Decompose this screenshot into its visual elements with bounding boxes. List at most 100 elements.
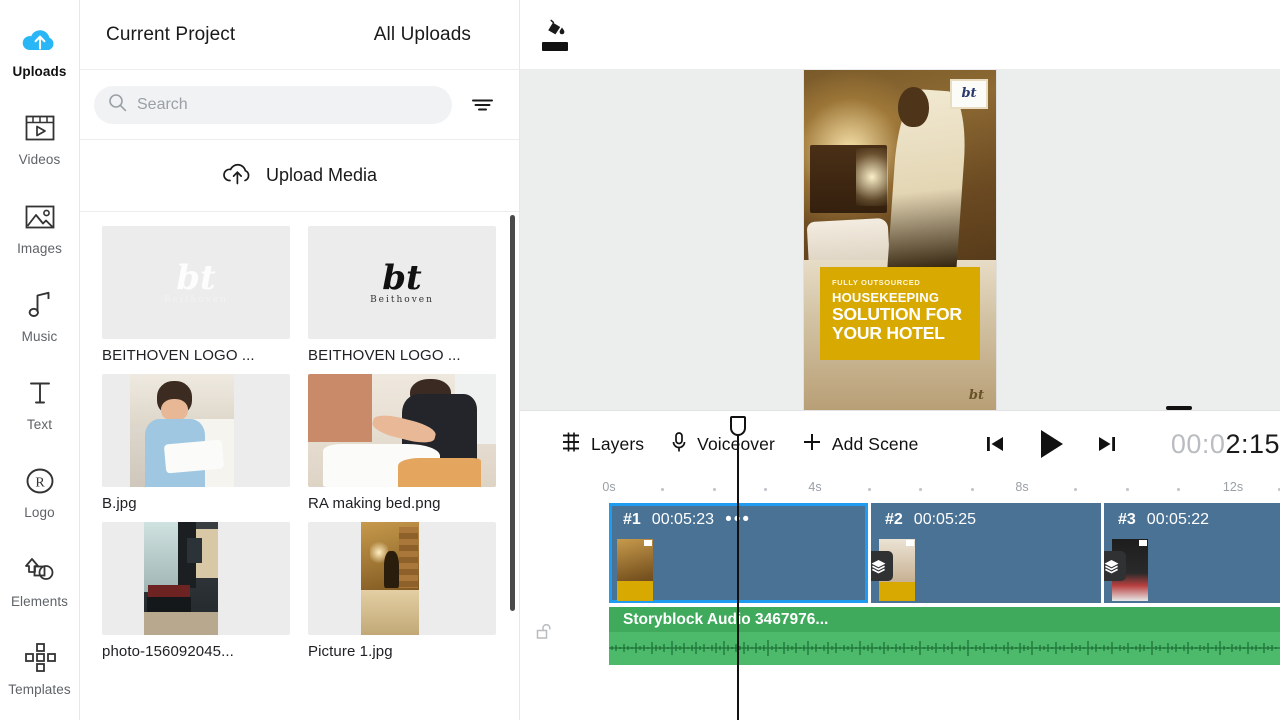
preview-canvas[interactable]: bt FULLY OUTSOURCED HOUSEKEEPING SOLUTIO… [804,70,996,410]
sidebar-item-elements[interactable]: Elements [0,544,79,632]
clip-thumbnail [617,539,653,601]
ruler-label: 8s [1015,480,1029,494]
play-icon[interactable] [1033,426,1069,462]
media-thumbnail: bt Beithoven [102,226,290,339]
filter-icon[interactable] [470,95,495,115]
clip-menu-icon[interactable]: ••• [725,510,751,530]
logo-mark-light: bt [176,257,216,298]
clip-number: #3 [1118,511,1136,528]
media-item[interactable]: Picture 1.jpg [308,522,497,660]
ruler-label: 12s [1222,480,1244,494]
skip-previous-icon[interactable] [983,432,1007,456]
panel-tab-bar: Current Project All Uploads [80,0,519,70]
add-scene-button[interactable]: Add Scene [801,431,919,458]
sidebar-item-videos[interactable]: Videos [0,102,79,190]
video-clip-icon [24,108,56,148]
microphone-icon [670,431,688,458]
sidebar-item-images[interactable]: Images [0,191,79,279]
cloud-upload-outline-icon [222,161,252,191]
media-filename: BEITHOVEN LOGO ... [308,347,461,364]
media-thumbnail: bt Beithoven [308,226,496,339]
ruler-label: 4s [808,480,822,494]
audio-clip[interactable]: Storyblock Audio 3467976... [609,607,1280,665]
video-preview[interactable]: bt FULLY OUTSOURCED HOUSEKEEPING SOLUTIO… [520,70,1280,410]
logo-sub-light: Beithoven [164,294,228,305]
media-item[interactable]: bt Beithoven BEITHOVEN LOGO ... [102,226,291,364]
timecode-active-part: 2:15 [1225,428,1280,459]
logo-sub-dark: Beithoven [370,294,434,305]
media-filename: photo-156092045... [102,643,234,660]
media-item[interactable]: RA making bed.png [308,374,497,512]
media-filename: BEITHOVEN LOGO ... [102,347,255,364]
media-list: bt Beithoven BEITHOVEN LOGO ... bt Beith… [80,212,519,720]
media-thumbnail [102,374,290,487]
canvas-headline-line3: YOUR HOTEL [832,323,945,344]
media-filename: Picture 1.jpg [308,643,393,660]
media-item[interactable]: B.jpg [102,374,291,512]
paint-bucket-icon[interactable] [542,19,568,51]
timeline-tracks: #1 00:05:23 ••• #2 00:05:25 #3 00:05:22 … [520,503,1280,667]
ruler-label: 0s [602,480,616,494]
timeline: Layers Voiceover Add Scene 00:02:15 0s 4… [520,406,1280,720]
media-filename: RA making bed.png [308,495,441,512]
upload-media-button[interactable]: Upload Media [80,140,519,212]
media-item[interactable]: bt Beithoven BEITHOVEN LOGO ... [308,226,497,364]
timecode-display[interactable]: 00:02:15 [1171,429,1280,460]
uploads-panel: Current Project All Uploads Search Uploa… [80,0,520,720]
canvas-headline-line2: SOLUTION FOR [832,304,962,325]
canvas-watermark: bt [968,387,984,403]
stage-toolbar [520,0,1280,70]
tab-all-uploads[interactable]: All Uploads [374,24,471,46]
clip-duration: 00:05:25 [913,511,977,528]
skip-next-icon[interactable] [1095,432,1119,456]
timeline-clip[interactable]: #3 00:05:22 [1104,503,1280,603]
clip-number: #1 [623,511,641,528]
sidebar-item-uploads[interactable]: Uploads [0,14,79,102]
fill-color-swatch[interactable] [542,41,568,51]
transport-controls: 00:02:15 [983,426,1280,462]
layers-label: Layers [591,433,645,454]
tab-current-project[interactable]: Current Project [106,24,235,46]
canvas-text-block[interactable]: FULLY OUTSOURCED HOUSEKEEPING SOLUTION F… [820,266,980,360]
layers-button[interactable]: Layers [560,431,644,458]
cloud-upload-icon [21,20,59,60]
video-track: #1 00:05:23 ••• #2 00:05:25 #3 00:05:22 [520,503,1280,603]
timeline-clip[interactable]: #1 00:05:23 ••• [609,503,868,603]
audio-clip-title: Storyblock Audio 3467976... [609,607,1280,632]
sidebar-item-label: Logo [24,505,55,521]
registered-r-icon: R [24,461,56,501]
search-input[interactable] [137,95,438,114]
image-icon [24,197,56,237]
canvas-headline-line1: HOUSEKEEPING [832,289,940,305]
add-scene-label: Add Scene [831,433,919,454]
timeline-clip[interactable]: #2 00:05:25 [871,503,1101,603]
left-tool-rail: Uploads Videos Images Music Text R Logo … [0,0,80,720]
layers-badge-icon[interactable] [871,551,893,581]
unlock-icon[interactable] [536,623,553,646]
search-icon [108,93,127,117]
text-t-icon [26,373,54,413]
layers-badge-icon[interactable] [1104,551,1126,581]
sidebar-item-label: Elements [10,593,69,609]
shapes-icon [23,550,57,590]
music-note-icon [26,285,54,325]
sidebar-item-logo[interactable]: R Logo [0,455,79,543]
sidebar-item-label: Videos [18,152,61,168]
media-grid: bt Beithoven BEITHOVEN LOGO ... bt Beith… [102,226,497,660]
clip-duration: 00:05:23 [651,511,715,528]
timeline-resize-handle[interactable] [1166,406,1192,410]
sidebar-item-templates[interactable]: Templates [0,632,79,720]
sidebar-item-text[interactable]: Text [0,367,79,455]
search-box[interactable] [94,85,452,124]
media-list-scrollbar[interactable] [510,215,515,611]
media-item[interactable]: photo-156092045... [102,522,291,660]
sidebar-item-label: Images [17,240,62,256]
video-editor-app: Uploads Videos Images Music Text R Logo … [0,0,1280,720]
media-thumbnail [102,522,290,635]
timeline-ruler[interactable]: 0s 4s 8s 12s [520,477,1280,503]
canvas-badge-mark: bt [961,86,977,101]
sidebar-item-music[interactable]: Music [0,279,79,367]
stage-area: bt FULLY OUTSOURCED HOUSEKEEPING SOLUTIO… [520,0,1280,720]
voiceover-button[interactable]: Voiceover [670,431,775,458]
voiceover-label: Voiceover [697,433,775,454]
